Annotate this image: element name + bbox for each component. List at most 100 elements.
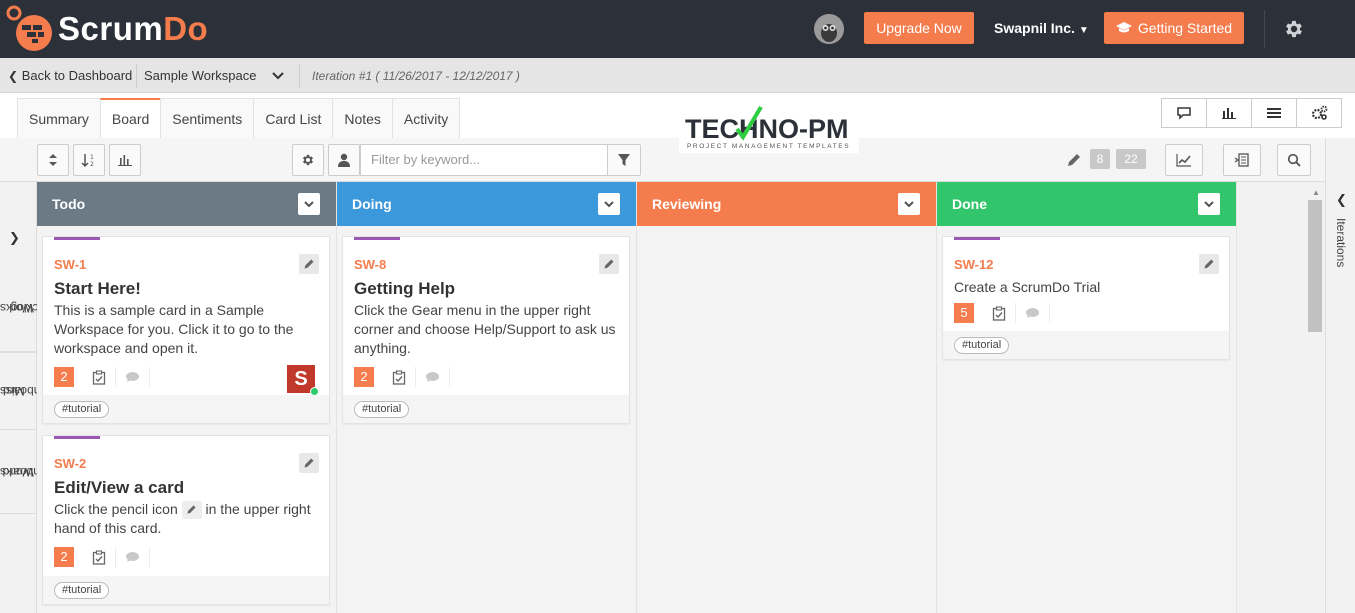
sort-alpha-button[interactable]: 12	[73, 144, 105, 176]
card-sw-12[interactable]: SW-12 Create a ScrumDo Trial 5 #tutorial	[942, 236, 1230, 360]
tasks-button[interactable]	[382, 367, 416, 387]
edit-card-button[interactable]	[1199, 254, 1219, 274]
tab-board[interactable]: Board	[99, 98, 162, 138]
comments-button[interactable]	[1016, 303, 1050, 323]
column-done: Done SW-12 Create a ScrumDo Trial 5 #tut…	[937, 182, 1237, 613]
stats-button[interactable]	[109, 144, 141, 176]
card-id[interactable]: SW-1	[54, 257, 86, 272]
scroll-up-icon[interactable]: ▲	[1312, 188, 1320, 197]
card-description: This is a sample card in a Sample Worksp…	[54, 302, 294, 356]
user-avatar[interactable]	[814, 14, 844, 44]
scrollbar-thumb[interactable]	[1308, 200, 1322, 332]
tag-tutorial[interactable]: #tutorial	[54, 582, 110, 599]
org-dropdown[interactable]: Swapnil Inc. ▼	[994, 20, 1089, 36]
tasks-button[interactable]	[82, 367, 116, 387]
view-button-group	[1161, 98, 1342, 128]
techno-pm-logo: TECHNO-PM PROJECT MANAGEMENT TEMPLATES	[685, 105, 849, 150]
getting-started-label: Getting Started	[1137, 20, 1233, 36]
card-title: Edit/View a card	[54, 478, 185, 497]
workspace-dashboard-label: WorkspaceDashboard	[0, 442, 61, 502]
user-filter-button[interactable]	[328, 144, 360, 176]
card-description-part: in the upper right	[205, 501, 311, 517]
assignee-avatar[interactable]: S	[287, 365, 319, 396]
card-description: Click the Gear menu in the upper right c…	[354, 302, 616, 356]
clipboard-check-icon	[992, 305, 1005, 321]
workspace-dashboard-tab[interactable]: WorkspaceDashboard	[0, 430, 61, 514]
comment-icon	[126, 372, 139, 382]
mission-dashboard-tab[interactable]: MissionDashboard	[0, 352, 61, 430]
gear-icon	[302, 154, 314, 166]
tab-notes[interactable]: Notes	[332, 98, 393, 138]
chart-view-button[interactable]	[1206, 98, 1252, 128]
column-title: Reviewing	[652, 196, 722, 212]
tab-card-list[interactable]: Card List	[253, 98, 334, 138]
funnel-icon	[618, 154, 630, 166]
card-footer: #tutorial	[943, 331, 1229, 359]
settings-view-button[interactable]	[1296, 98, 1342, 128]
list-view-button[interactable]	[1251, 98, 1297, 128]
column-menu-button[interactable]	[298, 193, 320, 215]
points-badge[interactable]: 2	[54, 547, 74, 567]
burndown-button[interactable]	[1165, 144, 1203, 176]
comment-icon	[1026, 308, 1039, 318]
breadcrumb-divider	[299, 64, 300, 88]
points-badge[interactable]: 2	[54, 367, 74, 387]
workspace-dropdown[interactable]: Sample Workspace	[144, 68, 284, 83]
card-sw-2[interactable]: SW-2 Edit/View a card Click the pencil i…	[42, 435, 330, 605]
tag-tutorial[interactable]: #tutorial	[954, 337, 1010, 354]
gears-icon	[1311, 105, 1328, 120]
iterations-tab[interactable]: Iterations	[1334, 218, 1348, 267]
points-badge[interactable]: 5	[954, 303, 974, 323]
tasks-button[interactable]	[982, 303, 1016, 323]
column-menu-button[interactable]	[1198, 193, 1220, 215]
chevron-right-icon[interactable]: ❯	[9, 230, 20, 246]
comments-button[interactable]	[116, 367, 150, 387]
logo-text-accent: Do	[163, 10, 209, 47]
inline-pencil-icon	[181, 501, 202, 520]
iteration-label: Iteration #1 ( 11/26/2017 - 12/12/2017 )	[312, 69, 520, 83]
export-icon	[1234, 153, 1249, 167]
card-title: Start Here!	[54, 279, 141, 298]
card-sw-8[interactable]: SW-8 Getting Help Click the Gear menu in…	[342, 236, 630, 424]
filter-keyword-input[interactable]: Filter by keyword...	[360, 144, 608, 176]
tab-summary[interactable]: Summary	[17, 98, 101, 138]
scrumdo-logo[interactable]: ScrumDo	[6, 4, 208, 54]
column-header-doing: Doing	[337, 182, 636, 226]
tasks-button[interactable]	[82, 547, 116, 567]
tag-tutorial[interactable]: #tutorial	[54, 401, 110, 418]
gear-icon[interactable]	[1283, 18, 1305, 40]
card-id[interactable]: SW-2	[54, 456, 86, 471]
card-id[interactable]: SW-8	[354, 257, 386, 272]
column-menu-button[interactable]	[898, 193, 920, 215]
upgrade-now-button[interactable]: Upgrade Now	[864, 12, 974, 44]
tag-tutorial[interactable]: #tutorial	[354, 401, 410, 418]
card-meta: 2	[354, 367, 450, 387]
filter-button[interactable]	[607, 144, 641, 176]
export-button[interactable]	[1223, 144, 1261, 176]
column-title: Doing	[352, 196, 392, 212]
right-side-nav: ❮ Iterations	[1325, 138, 1355, 613]
cards-count-badge: 22	[1116, 149, 1146, 169]
board-scrollbar[interactable]: ▲	[1307, 186, 1325, 613]
comments-button[interactable]	[116, 547, 150, 567]
card-id[interactable]: SW-12	[954, 257, 993, 272]
workspace-backlog-tab[interactable]: WorkspaceBacklog	[0, 264, 53, 352]
tab-activity[interactable]: Activity	[391, 98, 461, 138]
search-button[interactable]	[1277, 144, 1311, 176]
comments-button[interactable]	[416, 367, 450, 387]
getting-started-button[interactable]: Getting Started	[1104, 12, 1244, 44]
edit-card-button[interactable]	[599, 254, 619, 274]
card-sw-1[interactable]: SW-1 Start Here! This is a sample card i…	[42, 236, 330, 424]
column-menu-button[interactable]	[598, 193, 620, 215]
edit-card-button[interactable]	[299, 254, 319, 274]
pencil-icon[interactable]	[1066, 152, 1082, 168]
tab-sentiments[interactable]: Sentiments	[160, 98, 255, 138]
logo-text: ScrumDo	[58, 10, 208, 48]
sort-button[interactable]	[37, 144, 69, 176]
edit-card-button[interactable]	[299, 453, 319, 473]
chat-view-button[interactable]	[1161, 98, 1207, 128]
back-to-dashboard-link[interactable]: ❮ Back to Dashboard	[8, 68, 132, 83]
points-badge[interactable]: 2	[354, 367, 374, 387]
filter-settings-button[interactable]	[292, 144, 324, 176]
chevron-left-icon[interactable]: ❮	[1336, 192, 1347, 208]
